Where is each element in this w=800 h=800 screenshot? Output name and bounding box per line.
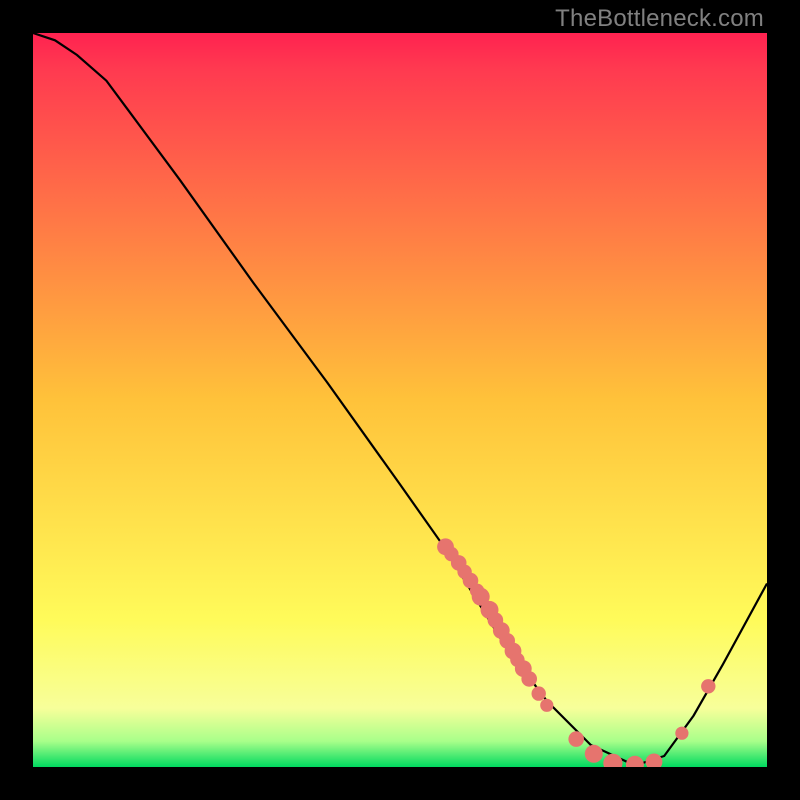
data-point [521, 671, 537, 687]
data-point [701, 679, 715, 693]
data-point [675, 727, 688, 740]
data-point [532, 686, 546, 700]
data-point [568, 731, 584, 747]
data-point [540, 699, 553, 712]
gradient-background [33, 33, 767, 767]
data-point [585, 745, 603, 763]
attribution-text: TheBottleneck.com [555, 5, 764, 33]
chart-svg [33, 33, 767, 767]
